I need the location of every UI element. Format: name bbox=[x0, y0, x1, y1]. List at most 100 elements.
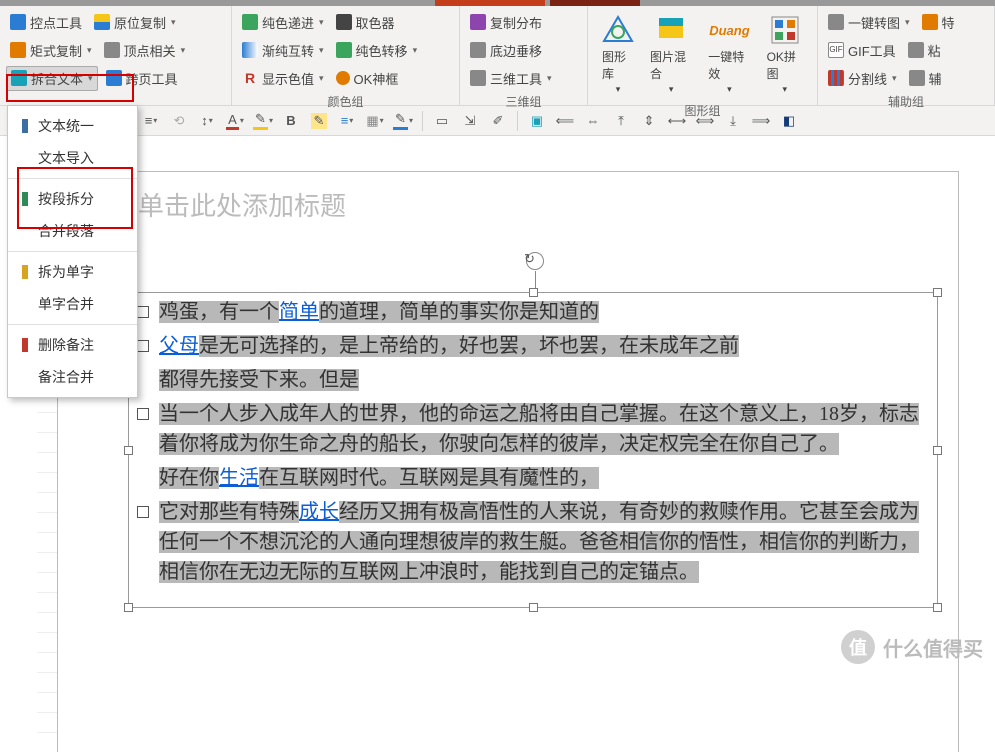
aux-icon bbox=[909, 70, 925, 86]
btn-tuxingku[interactable]: 图形库▾ bbox=[594, 10, 642, 99]
btn-yijian-zhuantu[interactable]: 一键转图▾ bbox=[824, 11, 914, 34]
paragraph-text[interactable]: 好在你生活在互联网时代。互联网是具有魔性的， bbox=[159, 463, 599, 493]
resize-handle[interactable] bbox=[933, 603, 942, 612]
btn-jushi[interactable]: 矩式复制▾ bbox=[6, 39, 96, 62]
btn-chunse-dijin[interactable]: 纯色递进▾ bbox=[238, 11, 328, 34]
shapes-library-icon bbox=[602, 14, 634, 46]
btn-fenge[interactable]: 分割线▾ bbox=[824, 67, 901, 90]
copy-icon bbox=[94, 14, 110, 30]
mini-toolbar: ≡▾ ⟲ ↕▾ A▾ ✎▾ B ✎ ≡▾ ▦▾ ✎▾ ▭ ⇲ ✐ ▣ ⟸ ⇔ ⤒… bbox=[0, 106, 995, 136]
menu-delete-notes[interactable]: 删除备注 bbox=[8, 329, 137, 361]
paragraph-text[interactable]: 鸡蛋，有一个简单的道理，简单的事实你是知道的 bbox=[159, 297, 599, 327]
btn-zhan[interactable]: 粘 bbox=[904, 39, 945, 62]
collage-icon bbox=[769, 14, 801, 46]
group-label-3d: 三维组 bbox=[466, 90, 581, 110]
convert-image-icon bbox=[828, 14, 844, 30]
resize-handle[interactable] bbox=[529, 288, 538, 297]
target-icon bbox=[104, 42, 120, 58]
resize-handle[interactable] bbox=[124, 446, 133, 455]
grid-icon bbox=[10, 42, 26, 58]
btn-kongdian[interactable]: 控点工具 bbox=[6, 11, 86, 34]
btn-fu[interactable]: 辅 bbox=[905, 67, 946, 90]
highlighter-button[interactable]: ✎ bbox=[308, 110, 330, 132]
link-button[interactable]: ⟲ bbox=[168, 110, 190, 132]
gradient-icon bbox=[242, 42, 258, 58]
ok-frame-icon bbox=[336, 71, 350, 85]
3d-icon bbox=[470, 70, 486, 86]
image-blend-icon bbox=[655, 14, 687, 46]
solid-step-icon bbox=[242, 14, 258, 30]
highlight-color-button[interactable]: ✎▾ bbox=[252, 110, 274, 132]
menu-text-unify[interactable]: 文本统一 bbox=[8, 110, 137, 142]
title-placeholder[interactable]: 单击此处添加标题 bbox=[138, 186, 958, 230]
image-insert-button[interactable]: ▣ bbox=[526, 110, 548, 132]
special-icon bbox=[922, 14, 938, 30]
paste-icon bbox=[908, 42, 924, 58]
pen-color-button[interactable]: ✎▾ bbox=[392, 110, 414, 132]
btn-yijian-texiao[interactable]: Duang 一键特效▾ bbox=[700, 10, 758, 99]
align-button[interactable]: ≡▾ bbox=[336, 110, 358, 132]
resize-handle[interactable] bbox=[529, 603, 538, 612]
btn-ok-shenkuang[interactable]: OK神框 bbox=[332, 67, 403, 90]
menu-text-import[interactable]: 文本导入 bbox=[8, 142, 137, 174]
divider-icon bbox=[828, 70, 844, 86]
paragraph-text[interactable]: 父母是无可选择的，是上帝给的，好也罢，坏也罢，在未成年之前 bbox=[159, 331, 739, 361]
text-split-icon bbox=[11, 70, 27, 86]
menu-split-char[interactable]: 拆为单字 bbox=[8, 256, 137, 288]
gif-icon: GIF bbox=[828, 42, 844, 58]
align-left-button[interactable]: ⟸ bbox=[554, 110, 576, 132]
content-textbox[interactable]: 鸡蛋，有一个简单的道理，简单的事实你是知道的 父母是无可选择的，是上帝给的，好也… bbox=[128, 292, 938, 608]
bullet-list-button[interactable]: ≡▾ bbox=[140, 110, 162, 132]
menu-merge-notes[interactable]: 备注合并 bbox=[8, 361, 137, 393]
line-spacing-button[interactable]: ↕▾ bbox=[196, 110, 218, 132]
bullet-icon bbox=[137, 506, 149, 518]
paragraph-text[interactable]: 都得先接受下来。但是 bbox=[159, 365, 359, 395]
bullet-icon bbox=[137, 408, 149, 420]
btn-fuzhi-fenbu[interactable]: 复制分布 bbox=[466, 11, 546, 34]
btn-yuanwei[interactable]: 原位复制▾ bbox=[90, 11, 180, 34]
rotate-arrow-icon: ↻ bbox=[524, 251, 535, 267]
duang-icon: Duang bbox=[713, 14, 745, 46]
btn-chunse-zhuanyi[interactable]: 纯色转移▾ bbox=[332, 39, 422, 62]
square-icon bbox=[10, 14, 26, 30]
btn-gif[interactable]: GIFGIF工具 bbox=[824, 39, 900, 62]
bullet-icon bbox=[137, 340, 149, 352]
resize-handle[interactable] bbox=[933, 288, 942, 297]
distribute-icon bbox=[470, 14, 486, 30]
btn-quse[interactable]: 取色器 bbox=[332, 11, 399, 34]
eyedropper-button[interactable]: ✐ bbox=[487, 110, 509, 132]
resize-handle[interactable] bbox=[933, 446, 942, 455]
tool-b-button[interactable]: ⇲ bbox=[459, 110, 481, 132]
slide: 单击此处添加标题 ↻ 鸡蛋，有一个简单的道理，简单的事实你是知道的 父母是无可选… bbox=[58, 172, 958, 752]
tool-a-button[interactable]: ▭ bbox=[431, 110, 453, 132]
resize-handle[interactable] bbox=[124, 603, 133, 612]
paragraph-text[interactable]: 它对那些有特殊成长经历又拥有极高悟性的人来说，有奇妙的救赎作用。它甚至会成为任何… bbox=[159, 497, 929, 587]
group-label-shapes: 图形组 bbox=[594, 99, 811, 119]
btn-kuaye[interactable]: 跨页工具 bbox=[102, 67, 182, 90]
watermark-badge-icon: 值 bbox=[841, 630, 875, 664]
btn-dibian[interactable]: 底边垂移 bbox=[466, 39, 546, 62]
watermark: 值 什么值得买 bbox=[841, 630, 983, 664]
btn-ok-pintu[interactable]: OK拼图▾ bbox=[759, 10, 811, 99]
btn-tupian-hunhe[interactable]: 图片混合▾ bbox=[642, 10, 700, 99]
font-color-button[interactable]: A▾ bbox=[224, 110, 246, 132]
menu-split-paragraph[interactable]: 按段拆分 bbox=[8, 183, 137, 215]
btn-xianshi-sezhi[interactable]: R显示色值▾ bbox=[238, 67, 328, 90]
btn-te[interactable]: 特 bbox=[918, 11, 959, 34]
menu-merge-char[interactable]: 单字合并 bbox=[8, 288, 137, 320]
border-button[interactable]: ▦▾ bbox=[364, 110, 386, 132]
btn-sanwei[interactable]: 三维工具▾ bbox=[466, 67, 556, 90]
menu-merge-paragraph[interactable]: 合并段落 bbox=[8, 215, 137, 247]
btn-jianchun[interactable]: 渐纯互转▾ bbox=[238, 39, 328, 62]
r-icon: R bbox=[242, 70, 258, 86]
btn-chaihe-wenben[interactable]: 拆合文本▾ bbox=[6, 66, 98, 91]
split-text-dropdown: 文本统一 文本导入 按段拆分 合并段落 拆为单字 单字合并 删除备注 备注合并 bbox=[7, 105, 138, 398]
btn-dingdian[interactable]: 顶点相关▾ bbox=[100, 39, 190, 62]
pages-icon bbox=[106, 70, 122, 86]
cube-icon bbox=[470, 42, 486, 58]
group-label-color: 颜色组 bbox=[238, 90, 453, 110]
color-move-icon bbox=[336, 42, 352, 58]
bold-button[interactable]: B bbox=[280, 110, 302, 132]
eyedropper-icon bbox=[336, 14, 352, 30]
paragraph-text[interactable]: 当一个人步入成年人的世界，他的命运之船将由自己掌握。在这个意义上，18岁，标志着… bbox=[159, 399, 929, 459]
